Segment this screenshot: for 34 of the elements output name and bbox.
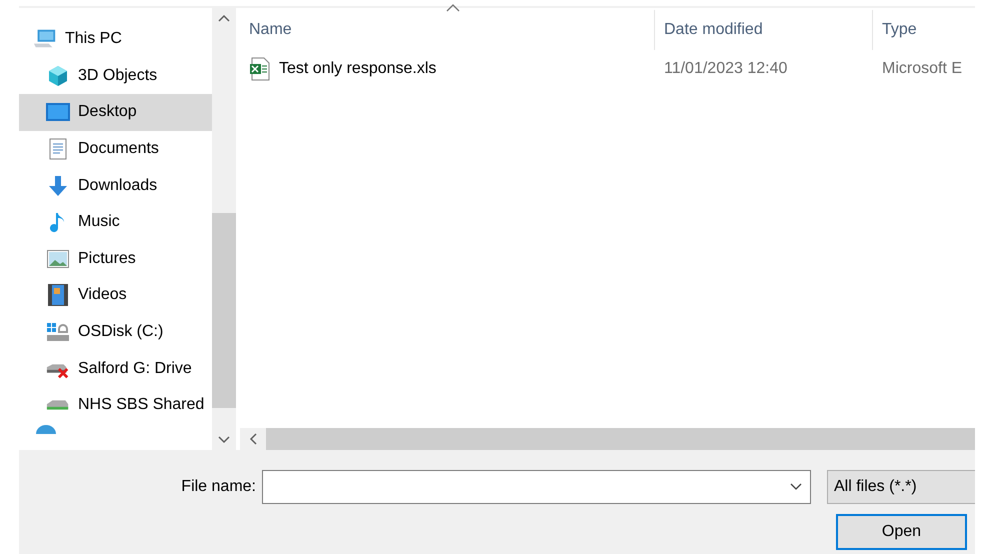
nav-item[interactable]: 3D Objects xyxy=(19,58,212,94)
nav-item[interactable]: Music xyxy=(19,204,212,241)
nav-item[interactable]: Salford G: Drive xyxy=(19,350,212,387)
sort-caret-icon[interactable] xyxy=(446,4,460,12)
open-button[interactable]: Open xyxy=(836,514,967,550)
spreadsheet-file-icon xyxy=(249,57,271,81)
table-cell-text: Test only response.xls xyxy=(279,59,436,79)
column-header[interactable]: Type xyxy=(873,10,975,50)
nav-item[interactable]: OSDisk (C:) xyxy=(19,314,212,350)
dropdown-caret-icon[interactable] xyxy=(790,483,802,491)
desktop-icon xyxy=(46,103,70,122)
nav-item[interactable]: Documents xyxy=(19,130,212,168)
nav-item[interactable]: Downloads xyxy=(19,167,212,204)
column-header[interactable]: Name xyxy=(240,10,655,50)
disk-drive-icon xyxy=(46,321,70,344)
column-header[interactable]: Date modified xyxy=(655,10,873,50)
table-cell: 11/01/2023 12:40 xyxy=(664,60,788,77)
nav-item[interactable]: Pictures xyxy=(19,240,212,278)
nav-item[interactable]: This PC xyxy=(19,21,212,58)
nav-item[interactable]: Desktop xyxy=(19,94,212,131)
download-arrow-icon xyxy=(46,174,70,197)
cube-icon xyxy=(46,64,70,87)
table-cell: Microsoft E xyxy=(882,60,962,77)
nav-item[interactable]: Videos xyxy=(19,277,212,314)
film-icon xyxy=(46,284,70,306)
file-name-label: File name: xyxy=(180,477,257,497)
horizontal-scrollbar[interactable] xyxy=(240,428,975,450)
file-name-field[interactable] xyxy=(262,470,811,504)
picture-icon xyxy=(46,250,70,268)
scrollbar-thumb[interactable] xyxy=(212,213,236,408)
nav-item[interactable]: NHS SBS Shared xyxy=(19,386,212,424)
computer-icon xyxy=(33,28,57,50)
file-type-dropdown[interactable]: All files (*.*) xyxy=(827,470,975,504)
file-row[interactable]: Test only response.xls 11/01/2023 12:40 Microsoft E xyxy=(240,50,975,88)
